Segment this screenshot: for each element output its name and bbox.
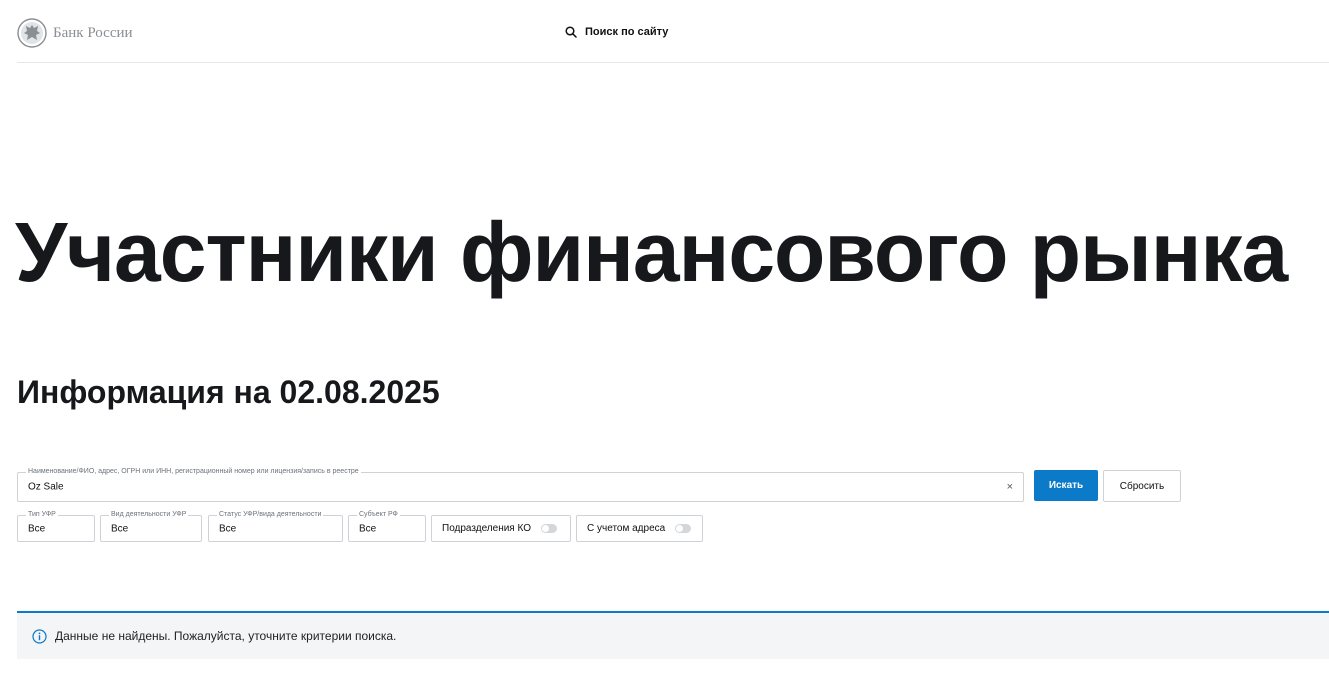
filter-legend: Субъект РФ — [357, 510, 400, 520]
search-input-legend: Наименование/ФИО, адрес, ОГРН или ИНН, р… — [26, 467, 361, 477]
bank-emblem-icon — [17, 18, 47, 48]
toggle-label: Подразделения КО — [442, 523, 531, 534]
toggle-switch[interactable] — [675, 524, 692, 533]
site-search-link[interactable]: Поиск по сайту — [565, 26, 668, 38]
site-header: Банк России Поиск по сайту — [17, 0, 1329, 63]
filter-value: Все — [28, 523, 46, 534]
filter-status[interactable]: Статус УФР/вида деятельности Все — [208, 510, 343, 542]
info-icon — [32, 628, 47, 644]
filter-legend: Тип УФР — [26, 510, 58, 520]
filter-legend: Статус УФР/вида деятельности — [217, 510, 324, 520]
no-results-alert: Данные не найдены. Пожалуйста, уточните … — [17, 611, 1329, 659]
filter-ufr-type[interactable]: Тип УФР Все — [17, 510, 95, 542]
reset-button[interactable]: Сбросить — [1103, 470, 1181, 502]
logo-text: Банк России — [53, 24, 133, 41]
search-icon — [565, 26, 577, 38]
search-button[interactable]: Искать — [1034, 470, 1098, 501]
toggle-with-address[interactable]: С учетом адреса — [576, 515, 703, 542]
filter-value: Все — [219, 523, 237, 534]
filter-activity-type[interactable]: Вид деятельности УФР Все — [100, 510, 202, 542]
toggle-label: С учетом адреса — [587, 523, 666, 534]
filter-region[interactable]: Субъект РФ Все — [348, 510, 426, 542]
site-search-label: Поиск по сайту — [585, 26, 669, 38]
filter-value: Все — [359, 523, 377, 534]
search-input-value: Oz Sale — [28, 481, 64, 493]
filter-legend: Вид деятельности УФР — [109, 510, 189, 520]
bank-logo[interactable]: Банк России — [17, 18, 133, 48]
no-results-message: Данные не найдены. Пожалуйста, уточните … — [55, 629, 397, 643]
info-date-heading: Информация на 02.08.2025 — [17, 374, 440, 410]
toggle-switch[interactable] — [541, 524, 557, 533]
clear-icon[interactable]: × — [1007, 480, 1013, 494]
toggle-ko-subdivisions[interactable]: Подразделения КО — [431, 515, 571, 542]
filter-value: Все — [111, 523, 129, 534]
page-title: Участники финансового рынка — [15, 205, 1288, 299]
registry-search-input[interactable]: Наименование/ФИО, адрес, ОГРН или ИНН, р… — [17, 467, 1024, 502]
